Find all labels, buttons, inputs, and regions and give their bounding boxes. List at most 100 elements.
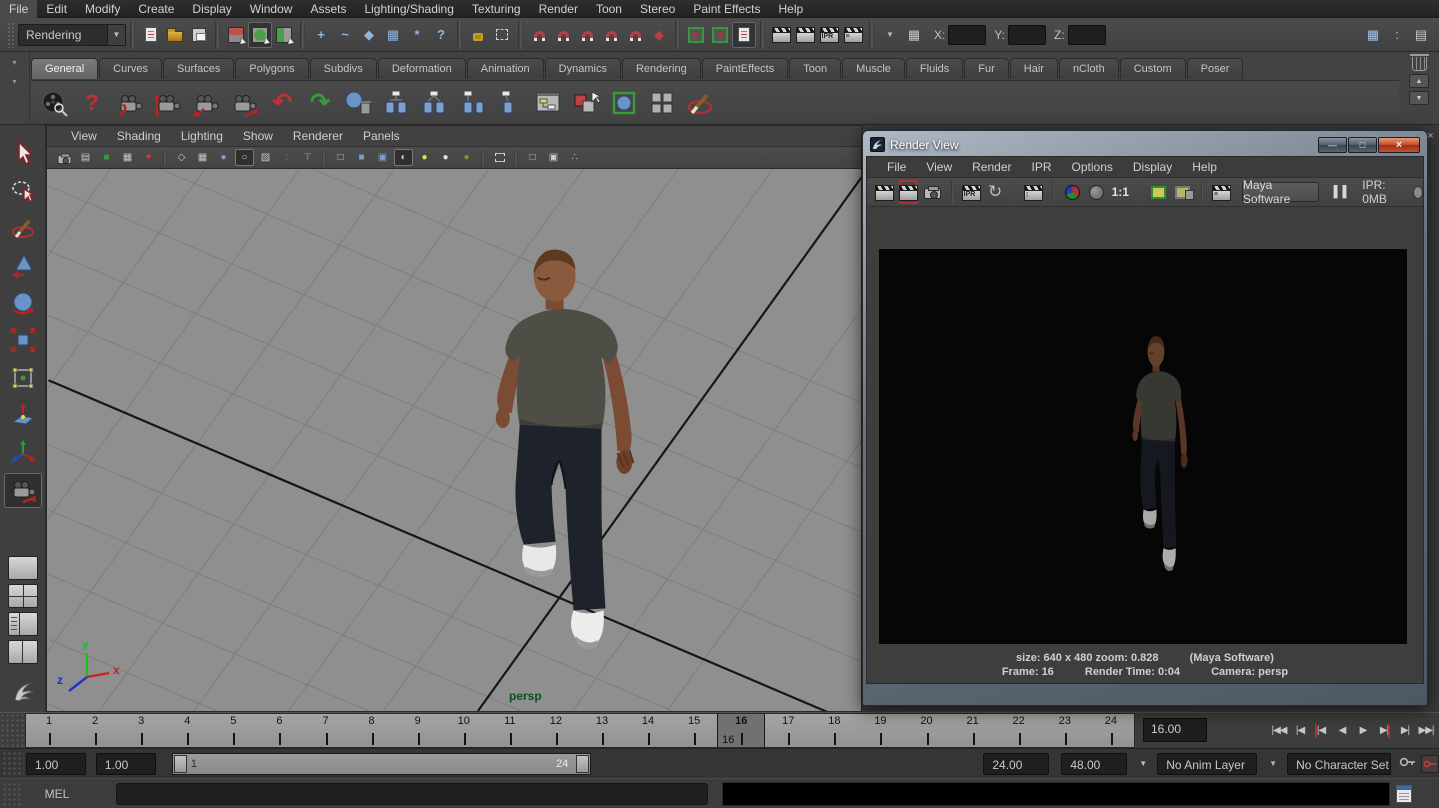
ungroup-button[interactable] (417, 85, 451, 121)
render-settings-button[interactable]: ≡ (841, 22, 865, 48)
script-editor-icon[interactable] (1396, 785, 1412, 803)
mask-surfaces-button[interactable]: ◆ (357, 22, 381, 48)
textured-ball-button[interactable]: ◐ (394, 149, 413, 166)
menu-create[interactable]: Create (129, 0, 183, 18)
menu-texturing[interactable]: Texturing (463, 0, 530, 18)
move-tool[interactable] (4, 248, 42, 284)
y-coordinate-field[interactable] (1008, 25, 1046, 45)
film-gate-button[interactable]: ▦ (193, 149, 212, 166)
shelf-menu-gutter[interactable]: ▾ ▾ (0, 52, 30, 125)
menu-modify[interactable]: Modify (76, 0, 129, 18)
xray-joints-button[interactable]: : (277, 149, 296, 166)
menu-set-selector[interactable]: Rendering ▼ (18, 24, 126, 46)
frame-cell[interactable]: 18 (811, 714, 857, 747)
menu-assets[interactable]: Assets (301, 0, 355, 18)
2d-pan-zoom-button[interactable]: + (139, 149, 158, 166)
lock-selection-button[interactable] (466, 22, 490, 48)
panel-menu-view[interactable]: View (61, 129, 107, 143)
use-default-light-button[interactable]: ● (436, 149, 455, 166)
isolate-cube-button[interactable]: □ (523, 149, 542, 166)
divider[interactable] (760, 21, 765, 49)
z-coordinate-field[interactable] (1068, 25, 1106, 45)
shelf-tab-rendering[interactable]: Rendering (622, 58, 701, 79)
rv-menu-ipr[interactable]: IPR (1022, 160, 1062, 174)
range-end-handle[interactable] (576, 755, 589, 773)
menu-toon[interactable]: Toon (587, 0, 631, 18)
shelf-tab-poser[interactable]: Poser (1187, 58, 1244, 79)
soft-modification-tool[interactable] (4, 398, 42, 434)
show-attribute-editor-button[interactable]: ▦ (1361, 22, 1385, 48)
goto-end-button[interactable]: ▶▶| (1416, 719, 1436, 743)
shelf-tab-polygons[interactable]: Polygons (235, 58, 308, 79)
perspective-viewport[interactable]: View Shading Lighting Show Renderer Pane… (46, 125, 862, 712)
frame-cell[interactable]: 19 (857, 714, 903, 747)
shelf-trash-icon[interactable] (1412, 57, 1427, 71)
frame-cell[interactable]: 4 (164, 714, 210, 747)
maya-wing-button[interactable] (4, 674, 42, 710)
maximize-button[interactable]: □ (1348, 137, 1377, 153)
menu-paint-effects[interactable]: Paint Effects (684, 0, 769, 18)
frame-cell[interactable]: 3 (118, 714, 164, 747)
remove-image-button[interactable] (1173, 180, 1192, 204)
animation-end-field[interactable]: 48.00 (1061, 753, 1127, 775)
shelf-tab-arrow-icon[interactable]: ▾ (12, 58, 16, 67)
mask-curves-button[interactable]: ~ (333, 22, 357, 48)
step-forward-frame-button[interactable]: ▶| (1374, 719, 1394, 743)
smooth-shade-button[interactable]: ● (214, 149, 233, 166)
snap-to-point-button[interactable] (575, 22, 599, 48)
status-line-grip[interactable] (7, 22, 15, 48)
select-hierarchy-button[interactable] (224, 22, 248, 48)
shelf-tab-general[interactable]: General (31, 58, 98, 79)
command-line-grip[interactable] (2, 782, 22, 806)
render-region-button[interactable]: ∶ (1024, 180, 1043, 204)
divider[interactable] (869, 21, 874, 49)
frame-cell[interactable]: 20 (903, 714, 949, 747)
paint-effects-button[interactable] (683, 85, 717, 121)
share-view-button[interactable]: ∴ (565, 149, 584, 166)
open-scene-button[interactable] (163, 22, 187, 48)
layout-four-pane-button[interactable] (8, 584, 38, 608)
playback-end-field[interactable]: 24.00 (983, 753, 1049, 775)
frame-cell[interactable]: 5 (210, 714, 256, 747)
frame-selected-button[interactable]: ▣ (544, 149, 563, 166)
renderer-selector[interactable]: Maya Software (1242, 182, 1319, 202)
divider[interactable] (130, 21, 135, 49)
show-channel-box-button[interactable]: ▤ (1409, 22, 1433, 48)
snapshot-button[interactable] (923, 180, 942, 204)
highlight-selection-button[interactable] (490, 22, 514, 48)
group-button[interactable] (379, 85, 413, 121)
divider[interactable] (457, 21, 462, 49)
shelf-tab-surfaces[interactable]: Surfaces (163, 58, 234, 79)
make-live-button[interactable]: ◆ (647, 22, 671, 48)
panel-menu-lighting[interactable]: Lighting (171, 129, 233, 143)
divider[interactable] (215, 21, 220, 49)
shelf-scroll-up-button[interactable]: ▲ (1409, 74, 1429, 88)
shelf-scroll-down-button[interactable]: ▼ (1409, 91, 1429, 105)
close-button[interactable]: × (1378, 137, 1420, 153)
rv-menu-view[interactable]: View (916, 160, 962, 174)
minimize-button[interactable]: — (1318, 137, 1347, 153)
help-button[interactable]: ? (75, 85, 109, 121)
rv-menu-help[interactable]: Help (1182, 160, 1227, 174)
rv-menu-render[interactable]: Render (962, 160, 1021, 174)
camera-zoom-button[interactable] (227, 85, 261, 121)
alpha-channel-button[interactable] (1087, 180, 1106, 204)
keep-image-button[interactable] (1149, 180, 1168, 204)
use-no-lights-button[interactable]: ● (457, 149, 476, 166)
ipr-render-button[interactable]: IPR (962, 180, 981, 204)
bookmark-button[interactable]: ■ (97, 149, 116, 166)
shaded-cube-button[interactable]: ■ (352, 149, 371, 166)
construction-history-button[interactable] (732, 22, 756, 48)
animation-start-field[interactable]: 1.00 (26, 753, 86, 775)
unparent-button[interactable] (493, 85, 527, 121)
character-set-field[interactable]: No Character Set (1287, 753, 1391, 775)
film-reel-button[interactable] (37, 85, 71, 121)
rendered-image[interactable] (879, 249, 1407, 644)
frame-cell[interactable]: 10 (441, 714, 487, 747)
goto-start-button[interactable]: |◀◀ (1269, 719, 1289, 743)
character-set-dropdown-button[interactable]: ▼ (1265, 756, 1281, 772)
shelf-tab-dynamics[interactable]: Dynamics (545, 58, 621, 79)
menu-file[interactable]: File (0, 0, 37, 18)
frame-cell[interactable]: 11 (487, 714, 533, 747)
menu-window[interactable]: Window (241, 0, 302, 18)
